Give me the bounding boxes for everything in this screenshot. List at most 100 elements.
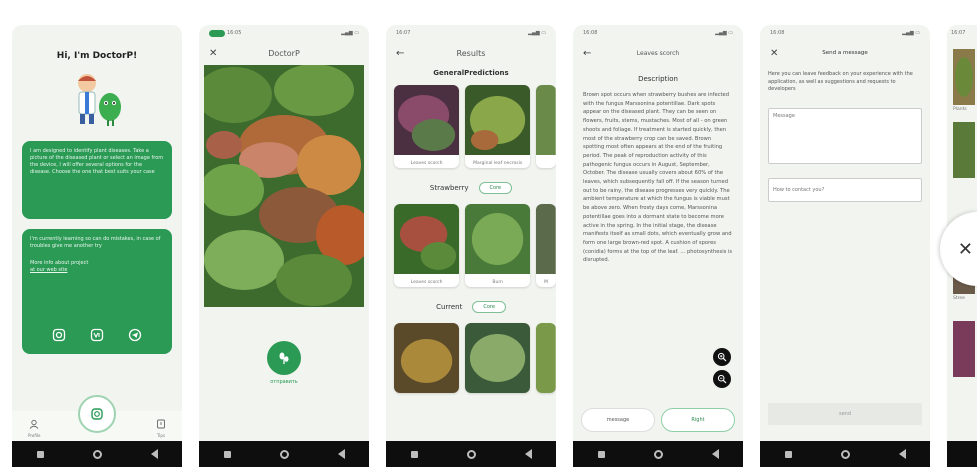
signal-icon: ▂▄▆ ▭ [902,30,920,36]
screen-home: Hi, I'm DoctorP! I am designed to identi… [12,25,182,467]
result-tile[interactable]: Leaves scorch [394,204,460,287]
leaf-thumbnail [536,323,556,393]
back-icon[interactable] [337,449,345,459]
result-tile[interactable]: M [536,204,556,287]
telegram-icon[interactable] [128,328,142,342]
right-button[interactable]: Right [661,408,735,432]
contact-input[interactable] [768,177,922,202]
back-icon[interactable] [524,449,532,459]
partial-label: Stree [953,296,965,301]
strawberry-core-pill[interactable]: Core [478,182,513,194]
screen-camera: 16:05 ▂▄▆ ▭ ✕ DoctorP отправить [199,25,369,467]
result-tile[interactable] [536,323,556,393]
camera-fab[interactable] [78,395,116,433]
recents-icon[interactable] [597,450,605,458]
intro-bubble: I am designed to identify plant diseases… [22,141,172,219]
status-time: 16:08 [770,30,785,36]
tile-label: Burn [492,280,503,285]
back-arrow-icon[interactable]: ← [396,48,404,59]
leaf-thumbnail [536,204,556,274]
recents-icon[interactable] [223,450,231,458]
tab-tips-label: Tips [156,433,166,438]
back-icon[interactable] [150,449,158,459]
status-time: 16:07 [396,30,411,36]
back-icon[interactable] [711,449,719,459]
doctor-mascot-icon [78,74,121,126]
intro-text: I am designed to identify plant diseases… [30,148,164,175]
strawberry-row: Strawberry Core [386,182,556,194]
tips-icon [157,419,165,429]
signal-icon: ▂▄▆ ▭ [715,30,733,36]
leaf-thumbnail [536,85,556,155]
tab-profile[interactable]: Profile [28,414,40,438]
home-icon[interactable] [840,449,850,459]
screen-description: 16:08 ▂▄▆ ▭ ← Leaves scorch Description … [573,25,743,467]
tab-profile-label: Profile [28,433,41,438]
screen-results: 16:07 ▂▄▆ ▭ ← Results GeneralPredictions… [386,25,556,467]
system-navbar [199,441,369,467]
screen-feedback: 16:08 ▂▄▆ ▭ ✕ Send a message Here you ca… [760,25,930,467]
status-bar: 16:08 ▂▄▆ ▭ [573,25,743,41]
feedback-header: ✕ Send a message [760,41,930,65]
result-tile[interactable] [536,85,556,168]
system-navbar [573,441,743,467]
close-icon[interactable]: ✕ [209,48,217,59]
send-button[interactable] [267,341,301,375]
close-icon[interactable]: ✕ [770,48,778,59]
zoom-in-button[interactable] [713,348,731,366]
tile-label: Marginal leaf necrosis [473,161,523,166]
home-icon[interactable] [279,449,289,459]
plant-icon [279,352,289,364]
result-tile[interactable]: Leaves scorch [394,85,460,168]
status-time: 16:07 [951,30,966,36]
plant-thumbnail [953,321,975,377]
recents-icon[interactable] [36,450,44,458]
zoom-in-icon [717,352,727,362]
partial-label: Plants [953,107,967,112]
instagram-icon[interactable] [52,328,66,342]
back-icon[interactable] [898,449,906,459]
web-link[interactable]: at our web site [30,267,164,274]
home-icon[interactable] [466,449,476,459]
recents-icon[interactable] [784,450,792,458]
description-header: ← Leaves scorch [573,41,743,65]
description-title: Leaves scorch [636,49,680,57]
screenshot-collage: Hi, I'm DoctorP! I am designed to identi… [0,0,977,467]
message-button[interactable]: message [581,408,655,432]
status-bar: 16:07 ▂▄▆ ▭ [386,25,556,41]
leaf-thumbnail [465,85,531,155]
camera-header: ✕ DoctorP [199,41,369,65]
result-tile[interactable] [394,323,460,393]
learning-text: I'm currently learning so can do mistake… [30,236,161,249]
back-arrow-icon[interactable]: ← [583,48,591,59]
result-tile[interactable] [465,323,531,393]
result-tile[interactable]: Burn [465,204,531,287]
send-button[interactable]: send [768,403,922,425]
send-label: отправить [270,379,298,385]
tile-label: Leaves scorch [410,161,443,166]
tab-tips[interactable]: Tips [156,414,166,438]
leaf-photo [204,65,364,307]
learning-bubble: I'm currently learning so can do mistake… [22,229,172,354]
message-textarea[interactable] [768,107,922,164]
general-tiles: Leaves scorch Marginal leaf necrosis [386,77,556,168]
current-core-pill[interactable]: Core [472,301,506,313]
description-actions: message Right [581,408,735,432]
close-icon: ✕ [957,238,973,260]
general-heading: GeneralPredictions [433,69,509,77]
system-navbar [760,441,930,467]
vk-icon[interactable] [90,328,104,342]
carousel-next-button[interactable]: ✕ [940,212,977,286]
camera-icon [91,408,103,420]
result-tile[interactable]: Marginal leaf necrosis [465,85,531,168]
home-icon[interactable] [92,449,102,459]
greeting-title: Hi, I'm DoctorP! [56,51,138,61]
camera-title: DoctorP [268,48,300,58]
zoom-out-icon [717,374,727,384]
zoom-out-button[interactable] [713,370,731,388]
leaf-thumbnail [394,323,460,393]
recents-icon[interactable] [410,450,418,458]
status-bar: 16:07 [947,25,977,41]
home-icon[interactable] [653,449,663,459]
feedback-title: Send a message [822,50,868,56]
